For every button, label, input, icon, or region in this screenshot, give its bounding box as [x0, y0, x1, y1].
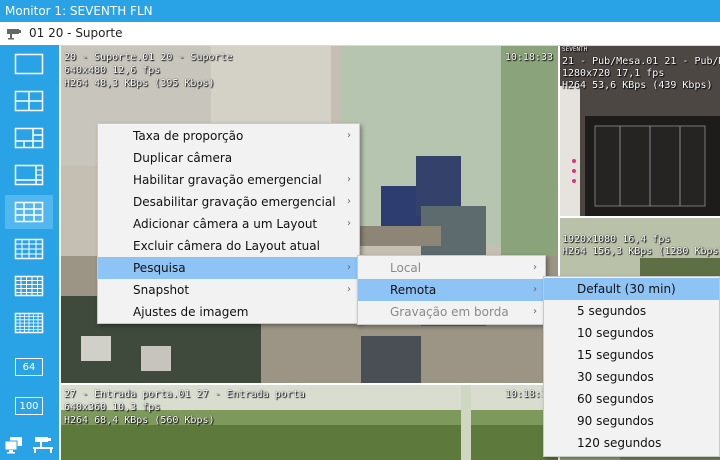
remote-option-default[interactable]: Default (30 min)	[544, 278, 719, 300]
chevron-right-icon: ›	[347, 284, 351, 295]
main-osd-name: 20 - Suporte.01 20 - Suporte	[64, 52, 233, 63]
layout-16-button[interactable]	[5, 232, 53, 266]
top-right-osd-bitrate: H264 53,6 KBps (439 Kbps)	[562, 80, 713, 91]
chevron-right-icon: ›	[533, 262, 537, 273]
remote-option-120s[interactable]: 120 segundos	[544, 432, 719, 454]
remote-option-10s[interactable]: 10 segundos	[544, 322, 719, 344]
menu-item-search[interactable]: Pesquisa ›	[98, 257, 359, 279]
top-right-corner-text: SEVENTH	[562, 46, 588, 53]
bottom-osd-bitrate: H264 68,4 KBps (560 Kbps)	[64, 415, 215, 426]
layout-8-button[interactable]	[5, 158, 53, 192]
layout-100-button[interactable]: 100	[5, 389, 53, 423]
main-osd-time: 10:18:33	[504, 52, 553, 63]
camera-tree-icon[interactable]	[32, 436, 54, 454]
menu-item-aspect-ratio[interactable]: Taxa de proporção ›	[98, 125, 359, 147]
submenu-item-remote[interactable]: Remota ›	[358, 279, 545, 301]
remote-option-60s[interactable]: 60 segundos	[544, 388, 719, 410]
submenu-item-local[interactable]: Local ›	[358, 257, 545, 279]
remote-search-submenu: Default (30 min) 5 segundos 10 segundos …	[543, 276, 720, 457]
chevron-right-icon: ›	[347, 130, 351, 141]
layout-36-icon	[14, 312, 44, 334]
layout-6-button[interactable]	[5, 121, 53, 155]
menu-item-enable-emergency-recording[interactable]: Habilitar gravação emergencial ›	[98, 169, 359, 191]
layout-36-button[interactable]	[5, 306, 53, 340]
layout-1-icon	[14, 53, 44, 75]
main-osd-bitrate: H264 48,3 KBps (395 Kbps)	[64, 78, 215, 89]
remote-option-5s[interactable]: 5 segundos	[544, 300, 719, 322]
remote-option-15s[interactable]: 15 segundos	[544, 344, 719, 366]
layout-9-button[interactable]	[5, 195, 53, 229]
chevron-right-icon: ›	[347, 174, 351, 185]
layout-8-icon	[14, 164, 44, 186]
chevron-right-icon: ›	[347, 262, 351, 273]
window-title: Monitor 1: SEVENTH FLN	[5, 4, 153, 18]
camera-icon	[7, 29, 21, 40]
layout-64-label: 64	[15, 358, 43, 376]
layout-100-label: 100	[15, 397, 43, 415]
layout-4-icon	[14, 90, 44, 112]
layout-64-button[interactable]: 64	[5, 350, 53, 384]
submenu-item-edge-recording[interactable]: Gravação em borda ›	[358, 301, 545, 323]
window-titlebar: Monitor 1: SEVENTH FLN	[0, 0, 720, 22]
menu-item-remove-from-layout[interactable]: Excluir câmera do Layout atual	[98, 235, 359, 257]
selected-camera-label: 01 20 - Suporte	[29, 26, 123, 40]
menu-item-duplicate-camera[interactable]: Duplicar câmera	[98, 147, 359, 169]
search-submenu: Local › Remota › Gravação em borda ›	[357, 255, 546, 325]
chevron-right-icon: ›	[533, 284, 537, 295]
camera-tile-top-right[interactable]: SEVENTH 21 - Pub/Mesa.01 21 - Pub/Me 128…	[560, 46, 720, 216]
top-right-osd-name: 21 - Pub/Mesa.01 21 - Pub/Me	[562, 56, 720, 67]
menu-item-image-adjustments[interactable]: Ajustes de imagem	[98, 301, 359, 323]
layout-1-button[interactable]	[5, 47, 53, 81]
mid-right-osd-bitrate: H264 156,3 KBps (1280 Kbps)	[562, 246, 720, 257]
remote-option-30s[interactable]: 30 segundos	[544, 366, 719, 388]
main-osd-resolution: 640x480 12,6 fps	[64, 65, 161, 76]
layout-6-icon	[14, 127, 44, 149]
layout-25-icon	[14, 275, 44, 297]
menu-item-disable-emergency-recording[interactable]: Desabilitar gravação emergencial ›	[98, 191, 359, 213]
layout-4-button[interactable]	[5, 84, 53, 118]
mid-right-osd-resolution: 1920x1080 16,4 fps	[562, 234, 671, 245]
remote-option-90s[interactable]: 90 segundos	[544, 410, 719, 432]
menu-item-snapshot[interactable]: Snapshot ›	[98, 279, 359, 301]
camera-context-menu: Taxa de proporção › Duplicar câmera Habil…	[97, 123, 360, 324]
camera-toolbar: 01 20 - Suporte	[0, 22, 720, 46]
sidebar-bottom-icons	[4, 436, 56, 454]
top-right-osd-resolution: 1280x720 17,1 fps	[562, 68, 665, 79]
layout-16-icon	[14, 238, 44, 260]
bottom-osd-name: 27 - Entrada porta.01 27 - Entrada porta	[64, 389, 305, 400]
bottom-osd-resolution: 640x360 10,3 fps	[64, 402, 161, 413]
menu-item-add-to-layout[interactable]: Adicionar câmera a um Layout ›	[98, 213, 359, 235]
chevron-right-icon: ›	[347, 196, 351, 207]
chevron-right-icon: ›	[347, 218, 351, 229]
chevron-right-icon: ›	[533, 306, 537, 317]
layout-sidebar: 64 100	[0, 45, 59, 460]
layout-25-button[interactable]	[5, 269, 53, 303]
monitors-icon[interactable]	[4, 436, 24, 454]
camera-tile-bottom[interactable]: 27 - Entrada porta.01 27 - Entrada porta…	[61, 385, 558, 460]
layout-9-icon	[14, 201, 44, 223]
